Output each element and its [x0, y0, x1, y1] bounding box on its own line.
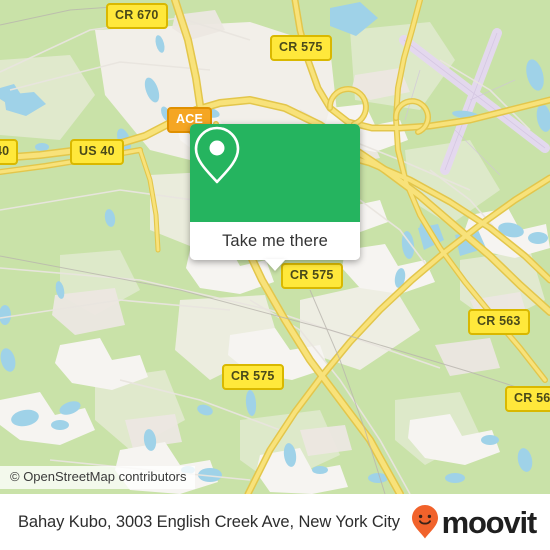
road-shield: CR 563: [468, 309, 530, 335]
road-shield: 40: [0, 139, 19, 165]
place-address-text: Bahay Kubo, 3003 English Creek Ave, New …: [18, 512, 400, 531]
moovit-wordmark: moovit: [441, 504, 538, 540]
road-shield: CR 575: [281, 263, 343, 289]
moovit-logo[interactable]: moovit: [410, 504, 538, 540]
card-pointer-triangle: [264, 259, 286, 271]
take-me-there-label: Take me there: [222, 231, 328, 250]
road-shield: CR 575: [270, 35, 332, 61]
road-shield: CR 670: [106, 3, 168, 29]
osm-attribution[interactable]: © OpenStreetMap contributors: [0, 466, 195, 490]
map-pin-icon: [194, 126, 240, 184]
footer-bar: Bahay Kubo, 3003 English Creek Ave, New …: [0, 494, 550, 550]
moovit-smiley-pin-icon: [411, 505, 438, 539]
road-shield: CR 575: [222, 364, 284, 390]
location-popup-card[interactable]: Take me there: [190, 124, 360, 271]
road-shield: US 40: [70, 139, 124, 165]
card-pin-area: [190, 124, 360, 222]
card-action-area[interactable]: Take me there: [190, 222, 360, 271]
map-screenshot: CR 670CR 575ACEUS 4040CR 575CR 563CR 575…: [0, 0, 550, 550]
map-canvas[interactable]: CR 670CR 575ACEUS 4040CR 575CR 563CR 575…: [0, 0, 550, 494]
road-shield: CR 563: [505, 386, 550, 412]
